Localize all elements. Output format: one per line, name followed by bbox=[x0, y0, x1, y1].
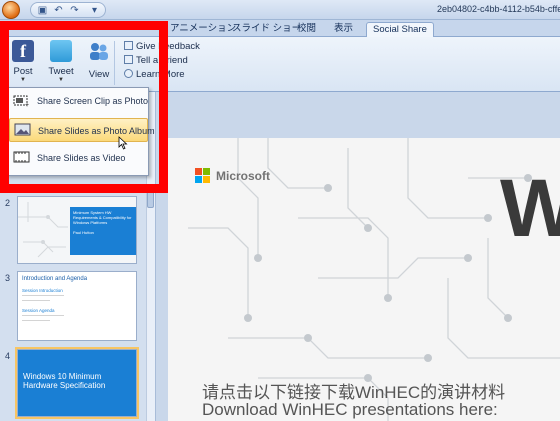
share-video-label: Share Slides as Video bbox=[37, 153, 126, 163]
share-screen-clip-label: Share Screen Clip as Photo bbox=[37, 96, 149, 106]
view-label: View bbox=[88, 69, 110, 80]
window-title: 2eb04802-c4bb-4112-b54b-cffe2 bbox=[437, 4, 560, 14]
share-screen-clip-menu-item[interactable]: + Share Screen Clip as Photo bbox=[9, 89, 148, 113]
slide-2-title-block: Minimum System HW Requirements & Compati… bbox=[70, 207, 136, 255]
mail-icon bbox=[124, 55, 133, 64]
tab-review[interactable]: 校閲 bbox=[291, 22, 322, 37]
tweet-button[interactable]: Tweet ▼ bbox=[46, 40, 76, 86]
view-button[interactable]: View bbox=[84, 40, 114, 86]
slide-thumbnail-3[interactable]: Introduction and Agenda Session Introduc… bbox=[17, 271, 137, 341]
post-button[interactable]: f Post ▼ bbox=[8, 40, 38, 86]
current-slide[interactable]: Microsoft W 请点击以下链接下载WinHEC的演讲材料 Downloa… bbox=[168, 138, 560, 421]
photo-album-icon bbox=[14, 123, 31, 136]
slide-number: 2 bbox=[5, 198, 11, 208]
title-bar: ▣ ↶ ↷ ▾ 2eb04802-c4bb-4112-b54b-cffe2 bbox=[0, 0, 560, 20]
post-label: Post bbox=[13, 66, 33, 77]
chevron-down-icon: ▼ bbox=[20, 77, 26, 83]
slide-editing-area: Microsoft W 请点击以下链接下载WinHEC的演讲材料 Downloa… bbox=[156, 92, 560, 421]
undo-icon[interactable]: ↶ bbox=[53, 5, 64, 16]
ribbon-tab-row: アニメーション スライド ショー 校閲 表示 Social Share bbox=[0, 20, 560, 37]
mouse-cursor-icon bbox=[118, 136, 128, 150]
quick-access-toolbar: ▣ ↶ ↷ ▾ bbox=[30, 2, 106, 18]
tab-social-share[interactable]: Social Share bbox=[366, 22, 434, 37]
post-dropdown-menu: + Share Screen Clip as Photo Share Slide… bbox=[6, 87, 155, 176]
share-photo-album-label: Share Slides as Photo Album bbox=[38, 126, 155, 136]
people-icon bbox=[90, 43, 108, 60]
microsoft-logo-icon bbox=[195, 168, 211, 184]
film-icon bbox=[13, 151, 30, 163]
help-icon bbox=[124, 69, 133, 78]
microsoft-logo-text: Microsoft bbox=[216, 169, 270, 183]
slide-thumbnail-4[interactable]: Windows 10 Minimum Hardware Specificatio… bbox=[15, 347, 139, 419]
save-icon[interactable]: ▣ bbox=[37, 5, 48, 16]
slide-thumbnail-2[interactable]: Minimum System HW Requirements & Compati… bbox=[17, 196, 137, 264]
slide-2-presenter: Paul Hutton bbox=[73, 230, 94, 235]
feedback-icon bbox=[124, 41, 133, 50]
tab-view[interactable]: 表示 bbox=[328, 22, 359, 37]
give-feedback-label: Give Feedback bbox=[136, 41, 200, 52]
slide-number: 3 bbox=[5, 273, 11, 283]
chevron-down-icon: ▼ bbox=[58, 77, 64, 83]
give-feedback-button[interactable]: Give Feedback bbox=[124, 41, 200, 53]
ribbon: f Post ▼ Tweet ▼ View Give Feedback Tell… bbox=[0, 37, 560, 92]
learn-more-label: Learn More bbox=[136, 69, 185, 80]
camera-icon: + bbox=[13, 95, 29, 107]
twitter-icon bbox=[50, 40, 72, 62]
office-button[interactable] bbox=[2, 1, 20, 19]
scrollbar-thumb[interactable] bbox=[147, 186, 154, 208]
slide-2-title: Minimum System HW Requirements & Compati… bbox=[73, 210, 132, 225]
slide-3-bullets: ———————————— ———————— bbox=[22, 293, 64, 302]
tell-friend-label: Tell a Friend bbox=[136, 55, 188, 66]
customize-qat-icon[interactable]: ▾ bbox=[89, 5, 100, 16]
learn-more-button[interactable]: Learn More bbox=[124, 69, 185, 81]
slide-4-title: Windows 10 Minimum Hardware Specificatio… bbox=[23, 372, 106, 390]
slide-title-letter: W bbox=[500, 163, 560, 254]
tell-friend-button[interactable]: Tell a Friend bbox=[124, 55, 188, 67]
svg-text:+: + bbox=[25, 102, 29, 107]
slide-3-bullets: ———————————— ———————— bbox=[22, 313, 64, 322]
redo-icon[interactable]: ↷ bbox=[69, 5, 80, 16]
slide-english-text: Download WinHEC presentations here: bbox=[202, 400, 498, 419]
slide-number: 4 bbox=[5, 351, 11, 361]
tweet-label: Tweet bbox=[48, 66, 74, 77]
powerpoint-window: ▣ ↶ ↷ ▾ 2eb04802-c4bb-4112-b54b-cffe2 アニ… bbox=[0, 0, 560, 421]
slide-3-title: Introduction and Agenda bbox=[22, 276, 88, 282]
ribbon-group-separator bbox=[114, 41, 115, 85]
facebook-icon: f bbox=[12, 40, 34, 62]
